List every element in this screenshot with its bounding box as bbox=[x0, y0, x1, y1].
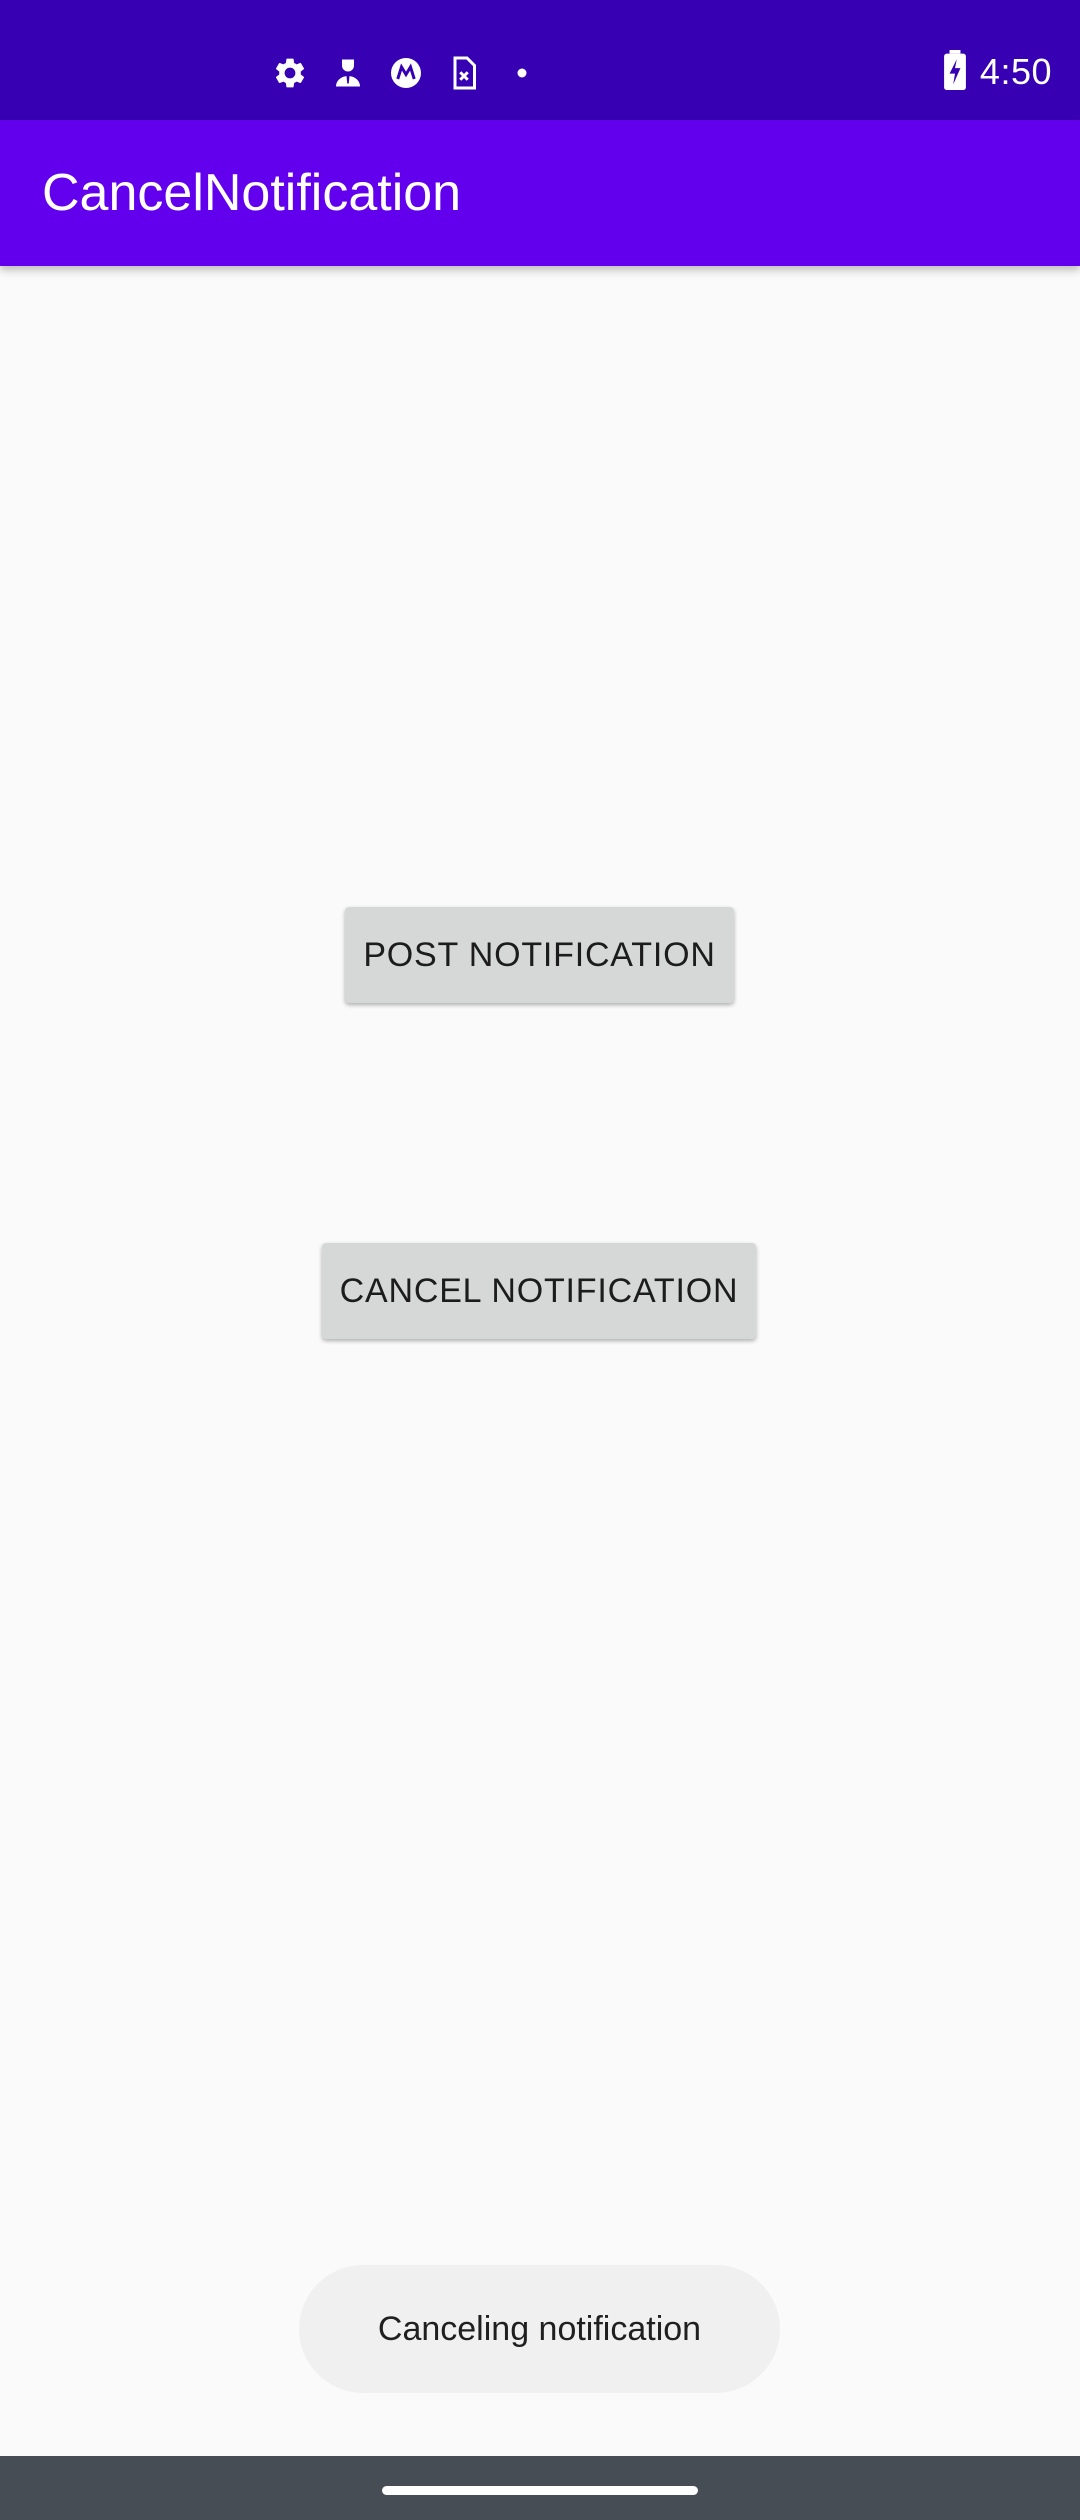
status-icons bbox=[270, 50, 560, 96]
status-bar: 4:50 bbox=[0, 0, 1080, 120]
navigation-bar bbox=[0, 2456, 1080, 2520]
toast-message: Canceling notification bbox=[299, 2265, 780, 2393]
cancel-notification-button[interactable]: CANCEL NOTIFICATION bbox=[322, 1243, 756, 1339]
dot-icon bbox=[502, 53, 542, 93]
account-icon bbox=[328, 53, 368, 93]
no-sim-icon bbox=[444, 53, 484, 93]
status-right: 4:50 bbox=[942, 42, 1052, 102]
app-bar: CancelNotification bbox=[0, 120, 1080, 266]
clock: 4:50 bbox=[979, 51, 1052, 92]
app-title: CancelNotification bbox=[42, 164, 462, 222]
motorola-icon bbox=[386, 53, 426, 93]
post-notification-button[interactable]: POST NOTIFICATION bbox=[345, 907, 734, 1003]
settings-icon bbox=[270, 53, 310, 93]
battery-charging-icon bbox=[942, 49, 968, 95]
home-gesture-handle[interactable] bbox=[382, 2486, 698, 2495]
